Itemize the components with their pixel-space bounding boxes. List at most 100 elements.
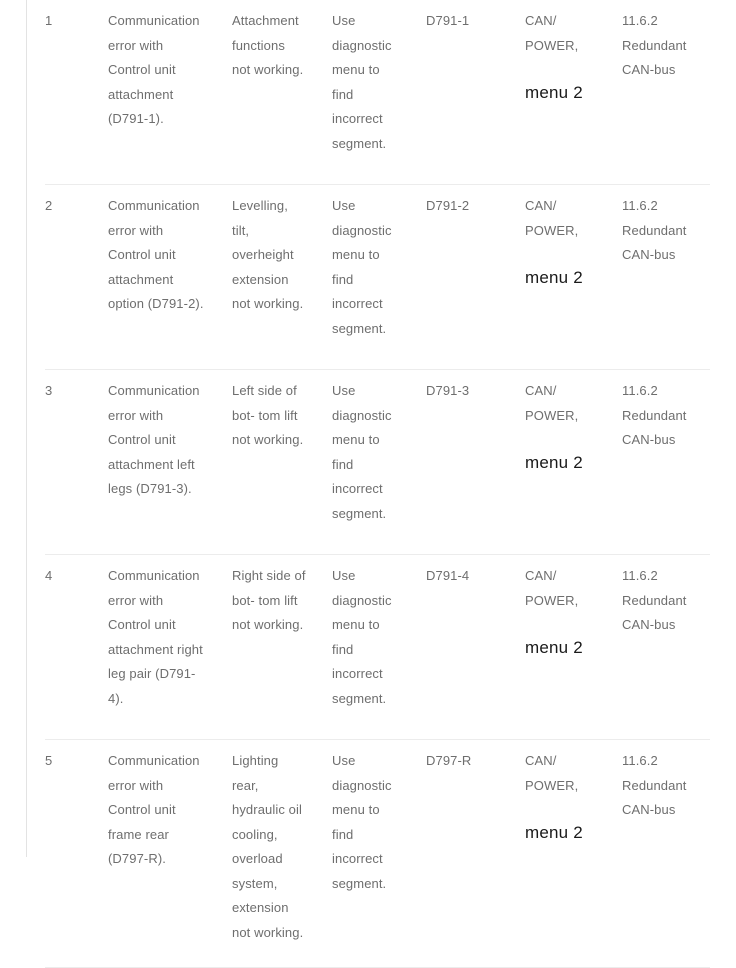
symptom-cell-text: Levelling, tilt, overheight extension not wo… xyxy=(232,185,332,345)
text-line: Redundant xyxy=(622,37,687,53)
text-line: Lighting xyxy=(232,753,279,768)
corrective-action-cell-text: Use diagnostic menu to find incorrect segment… xyxy=(332,740,426,918)
text-line: hydraulic oil xyxy=(232,802,302,817)
fault-description-cell: Communication error with Control unit attac… xyxy=(108,554,232,740)
text-line: attachment left xyxy=(108,456,195,472)
text-line: diagnostic xyxy=(332,407,392,423)
corrective-action-cell: Use diagnostic menu to find incorrect segment… xyxy=(332,554,426,740)
text-line: error with xyxy=(108,37,164,53)
system-cell: CAN/POWER, menu 2 xyxy=(525,184,622,370)
text-line: menu to xyxy=(332,617,380,632)
reference-cell: 11.6.2 Redundant CAN-bus xyxy=(622,184,710,370)
system-cell: CAN/POWER, menu 2 xyxy=(525,554,622,740)
row-number-cell: 3 xyxy=(45,369,108,555)
text-line: CAN-bus xyxy=(622,62,676,77)
text-line: not working. xyxy=(232,62,304,77)
text-line: Right side of xyxy=(232,568,306,583)
text-line: segment. xyxy=(332,690,387,706)
symptom-cell: Levelling, tilt, overheight extension not wo… xyxy=(232,184,332,370)
text-line: (D797-R). xyxy=(108,851,166,866)
text-line: diagnostic xyxy=(332,777,392,793)
text-line: CAN-bus xyxy=(622,617,676,632)
text-line: segment. xyxy=(332,320,387,336)
fault-code-cell: D791-2 xyxy=(426,184,525,370)
text-line: find xyxy=(332,641,354,657)
text-line: Communication xyxy=(108,568,200,583)
reference-cell-text: 11.6.2 Redundant CAN-bus xyxy=(622,740,710,845)
text-line: Redundant xyxy=(622,407,687,423)
menu-callout: menu 2 xyxy=(525,452,583,472)
row-number-cell: 4 xyxy=(45,554,108,740)
text-line: diagnostic xyxy=(332,222,392,238)
corrective-action-cell: Use diagnostic menu to find incorrect segment… xyxy=(332,0,426,185)
text-line: CAN/ xyxy=(525,198,557,213)
symptom-cell: Attachment functions not working. xyxy=(232,0,332,185)
text-line: Control unit xyxy=(108,617,176,632)
text-line: menu to xyxy=(332,62,380,77)
menu-callout: menu 2 xyxy=(525,267,583,287)
text-line: Levelling, xyxy=(232,198,288,213)
reference-cell-text: 11.6.2 Redundant CAN-bus xyxy=(622,185,710,296)
fault-description-cell-text: Communication error with Control unit attac… xyxy=(108,185,232,345)
table-row: 5 Communication error with Control unit fram… xyxy=(45,739,710,968)
text-line: incorrect xyxy=(332,111,383,126)
text-line: CAN/ xyxy=(525,383,557,398)
text-line: (D791-1). xyxy=(108,111,164,126)
text-line: tilt, xyxy=(232,222,250,238)
text-line: Control unit xyxy=(108,247,176,262)
fault-description-cell: Communication error with Control unit attac… xyxy=(108,0,232,185)
symptom-cell-text: Attachment functions not working. xyxy=(232,0,332,111)
fault-description-cell: Communication error with Control unit attac… xyxy=(108,369,232,555)
corrective-action-cell: Use diagnostic menu to find incorrect segment… xyxy=(332,739,426,968)
fault-code-cell: D797-R xyxy=(426,739,525,968)
text-line: diagnostic xyxy=(332,37,392,53)
text-line: POWER, xyxy=(525,592,579,608)
system-text: CAN/POWER, menu 2 xyxy=(525,740,622,865)
text-line: 4). xyxy=(108,690,124,706)
text-line: CAN/ xyxy=(525,753,557,768)
text-line: Communication xyxy=(108,13,200,28)
text-line: rear, xyxy=(232,777,259,793)
fault-description-cell-text: Communication error with Control unit attac… xyxy=(108,555,232,739)
text-line: Attachment xyxy=(232,13,299,28)
corrective-action-cell-text: Use diagnostic menu to find incorrect segment… xyxy=(332,370,426,554)
text-line: option (D791-2). xyxy=(108,296,204,311)
system-text: CAN/POWER, menu 2 xyxy=(525,370,622,501)
table-row: 1 Communication error with Control unit atta… xyxy=(45,0,710,185)
fault-code-cell: D791-3 xyxy=(426,369,525,555)
corrective-action-cell: Use diagnostic menu to find incorrect segment… xyxy=(332,184,426,370)
text-line: CAN-bus xyxy=(622,432,676,447)
system-cell: CAN/POWER, menu 2 xyxy=(525,739,622,968)
text-line: overload xyxy=(232,851,283,866)
symptom-cell: Right side of bot- tom lift not working. xyxy=(232,554,332,740)
text-line: attachment xyxy=(108,271,174,287)
text-line: Communication xyxy=(108,198,200,213)
symptom-cell: Lighting rear, hydraulic oil cooling, overlo… xyxy=(232,739,332,968)
reference-cell-text: 11.6.2 Redundant CAN-bus xyxy=(622,370,710,481)
corrective-action-cell-text: Use diagnostic menu to find incorrect segment… xyxy=(332,0,426,184)
text-line: POWER, xyxy=(525,407,579,423)
fault-description-cell-text: Communication error with Control unit attac… xyxy=(108,370,232,530)
text-line: 11.6.2 xyxy=(622,198,658,213)
row-number: 3 xyxy=(45,383,53,398)
row-number-cell: 2 xyxy=(45,184,108,370)
fault-description-cell: Communication error with Control unit attac… xyxy=(108,184,232,370)
row-number: 2 xyxy=(45,198,53,213)
text-line: 11.6.2 xyxy=(622,13,658,28)
text-line: menu to xyxy=(332,802,380,817)
corrective-action-cell: Use diagnostic menu to find incorrect segment… xyxy=(332,369,426,555)
symptom-cell-text: Lighting rear, hydraulic oil cooling, overlo… xyxy=(232,740,332,967)
fault-code-table: 1 Communication error with Control unit atta… xyxy=(45,0,710,968)
text-line: CAN/ xyxy=(525,568,557,583)
symptom-cell: Left side of bot- tom lift not working. xyxy=(232,369,332,555)
text-line: CAN-bus xyxy=(622,247,676,262)
fault-description-cell: Communication error with Control unit frame… xyxy=(108,739,232,968)
reference-cell: 11.6.2 Redundant CAN-bus xyxy=(622,369,710,555)
text-line: not working. xyxy=(232,924,304,940)
fault-code-cell-text: D791-2 xyxy=(426,198,470,213)
text-line: 11.6.2 xyxy=(622,753,658,768)
text-line: Redundant xyxy=(622,592,687,608)
text-line: CAN/ xyxy=(525,13,557,28)
text-line: Use xyxy=(332,753,356,768)
text-line: overheight xyxy=(232,247,294,262)
